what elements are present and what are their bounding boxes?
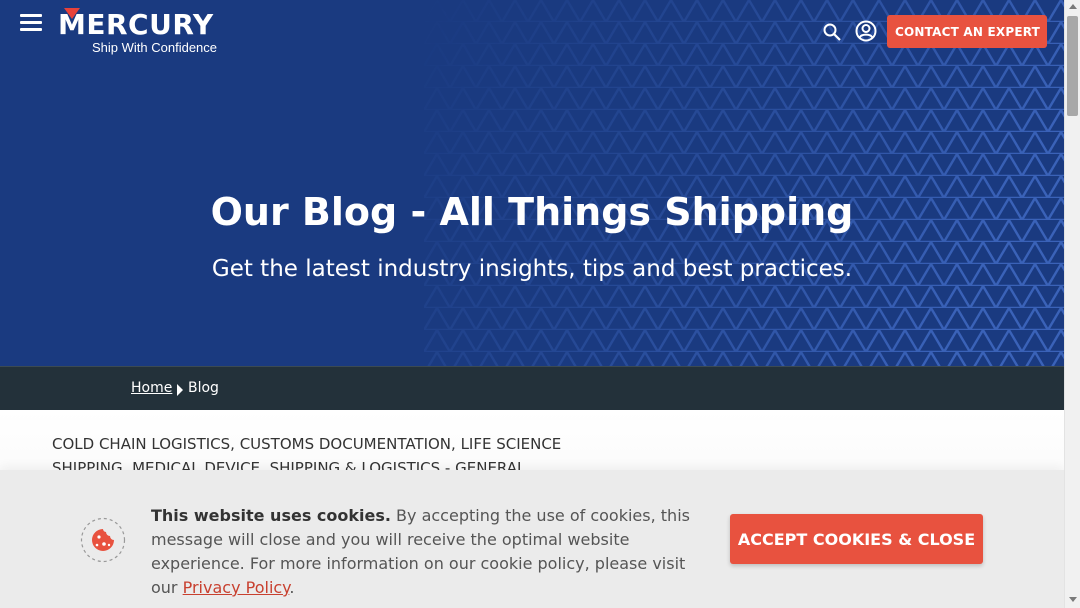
hamburger-menu-icon[interactable] [20, 14, 42, 32]
breadcrumb: Home Blog [0, 366, 1064, 410]
breadcrumb-current: Blog [188, 380, 219, 396]
logo-mark-icon [64, 8, 80, 19]
page-title: Our Blog - All Things Shipping [210, 190, 854, 234]
scroll-thumb[interactable] [1067, 16, 1078, 116]
cookie-end: . [289, 578, 295, 597]
breadcrumb-arrow-icon [177, 384, 183, 396]
cookie-title: This website uses cookies. [151, 506, 391, 525]
contact-expert-button[interactable]: CONTACT AN EXPERT [887, 15, 1047, 48]
top-navigation: MERCURY Ship With Confidence CONTACT AN … [0, 0, 1064, 62]
cookie-banner: This website uses cookies. By accepting … [0, 470, 1064, 608]
user-account-icon[interactable] [855, 20, 877, 42]
mercury-logo[interactable]: MERCURY Ship With Confidence [58, 6, 238, 58]
scroll-up-arrow-icon[interactable] [1069, 4, 1077, 9]
page-scrollbar[interactable] [1064, 0, 1080, 608]
breadcrumb-home-link[interactable]: Home [131, 380, 172, 396]
search-icon[interactable] [823, 23, 841, 41]
logo-tagline: Ship With Confidence [92, 40, 218, 55]
cookie-icon [80, 517, 126, 563]
privacy-policy-link[interactable]: Privacy Policy [183, 578, 290, 597]
cookie-message: This website uses cookies. By accepting … [151, 504, 711, 600]
hero-banner: MERCURY Ship With Confidence CONTACT AN … [0, 0, 1064, 366]
logo-wordmark: MERCURY [58, 8, 214, 41]
accept-cookies-button[interactable]: ACCEPT COOKIES & CLOSE [730, 514, 983, 564]
scroll-down-arrow-icon[interactable] [1069, 597, 1077, 602]
page-subtitle: Get the latest industry insights, tips a… [211, 256, 853, 282]
page: MERCURY Ship With Confidence CONTACT AN … [0, 0, 1064, 608]
